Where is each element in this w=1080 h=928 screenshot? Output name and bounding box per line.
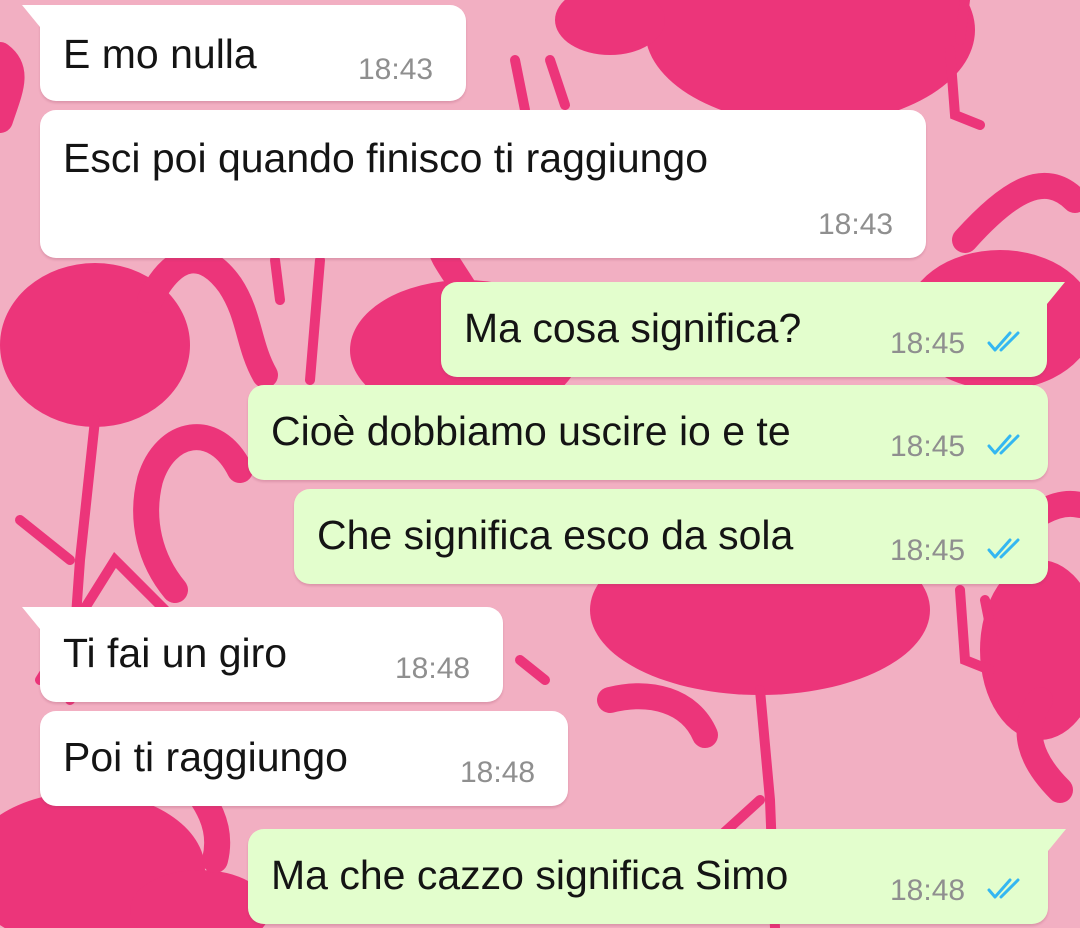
message-timestamp: 18:48 [460, 756, 536, 789]
message-text: Ma che cazzo significa Simo [271, 852, 789, 898]
read-receipt-icon [987, 434, 1020, 455]
incoming-message[interactable]: Poi ti raggiungo 18:48 [40, 711, 568, 806]
read-receipt-icon [987, 538, 1020, 559]
incoming-message[interactable]: E mo nulla 18:43 [22, 5, 466, 101]
message-timestamp: 18:48 [395, 652, 471, 685]
read-receipt-icon [987, 331, 1020, 352]
outgoing-message[interactable]: Ma cosa significa? 18:45 [441, 282, 1065, 377]
incoming-message[interactable]: Ti fai un giro 18:48 [22, 607, 503, 702]
message-timestamp: 18:45 [890, 534, 966, 567]
message-text: Che significa esco da sola [317, 512, 794, 558]
read-receipt-icon [987, 878, 1020, 899]
outgoing-message[interactable]: Che significa esco da sola 18:45 [294, 489, 1048, 584]
message-timestamp: 18:43 [818, 208, 894, 241]
message-text: Cioè dobbiamo uscire io e te [271, 408, 791, 454]
message-text: Ma cosa significa? [464, 305, 802, 351]
message-text: Esci poi quando finisco ti raggiungo [63, 135, 709, 181]
message-timestamp: 18:43 [358, 53, 434, 86]
bubble-tail [22, 5, 40, 27]
chat-thread: E mo nulla 18:43 Esci poi quando finisco… [0, 0, 1080, 928]
bubble-tail [1047, 282, 1065, 304]
message-timestamp: 18:45 [890, 430, 966, 463]
message-timestamp: 18:48 [890, 874, 966, 907]
incoming-message[interactable]: Esci poi quando finisco ti raggiungo 18:… [40, 110, 926, 258]
bubble-tail [22, 607, 40, 629]
bubble-tail [1048, 829, 1066, 851]
outgoing-message[interactable]: Cioè dobbiamo uscire io e te 18:45 [248, 385, 1048, 480]
message-text: Ti fai un giro [63, 630, 288, 676]
message-text: E mo nulla [63, 31, 257, 77]
message-timestamp: 18:45 [890, 327, 966, 360]
message-text: Poi ti raggiungo [63, 734, 348, 780]
outgoing-message[interactable]: Ma che cazzo significa Simo 18:48 [248, 829, 1066, 924]
